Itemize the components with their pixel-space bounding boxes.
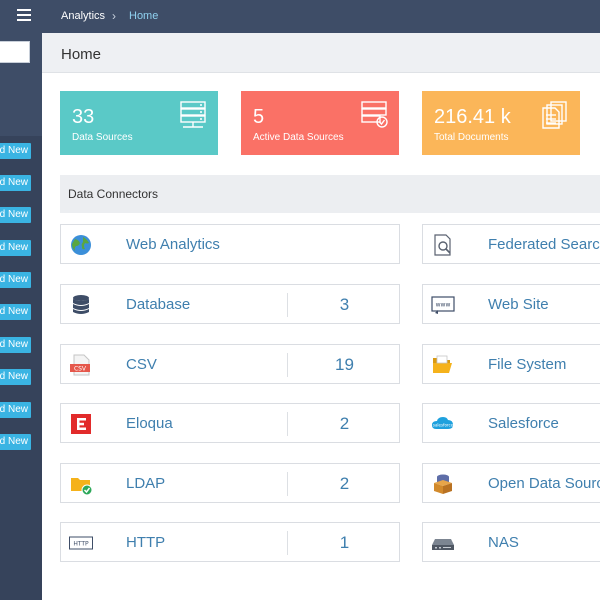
stat-card-data-sources[interactable]: 33 Data Sources [60, 91, 218, 155]
sidebar-add-new-button[interactable]: Add New [0, 175, 31, 191]
connector-http[interactable]: HTTP HTTP 1 [60, 522, 400, 562]
section-title: Data Connectors [68, 187, 159, 201]
svg-text:HTTP: HTTP [73, 541, 89, 548]
database-icon [73, 295, 89, 314]
connector-eloqua[interactable]: Eloqua 2 [60, 403, 400, 443]
folder-open-icon [433, 355, 452, 373]
document-search-icon [434, 234, 451, 256]
server-network-icon [180, 101, 206, 128]
connector-ldap[interactable]: LDAP 2 [60, 463, 400, 503]
svg-text:www: www [436, 302, 451, 309]
connector-count: 2 [339, 414, 350, 433]
breadcrumb-home[interactable]: Home [129, 10, 158, 22]
stat-label: Data Sources [72, 132, 133, 143]
page-header: Home [42, 33, 600, 73]
http-icon: HTTP [69, 536, 93, 550]
page-title: Home [61, 46, 102, 63]
connector-count: 19 [335, 355, 354, 374]
connector-name: Web Analytics [126, 236, 220, 253]
documents-icon [542, 101, 567, 129]
connector-name: NAS [488, 534, 519, 551]
eloqua-icon [71, 414, 91, 434]
connector-name: Salesforce [488, 415, 559, 432]
connector-database[interactable]: Database 3 [60, 284, 400, 324]
nas-drive-icon [432, 539, 454, 550]
breadcrumb-separator-icon: › [112, 9, 116, 23]
connector-name: Eloqua [126, 415, 173, 432]
stat-label: Active Data Sources [253, 132, 344, 143]
connector-salesforce[interactable]: salesforce Salesforce [422, 403, 600, 443]
www-icon: www [431, 296, 455, 314]
stat-value: 216.41 k [434, 106, 511, 128]
sidebar-search-input[interactable] [0, 41, 30, 63]
sidebar-add-new-button[interactable]: Add New [0, 304, 31, 320]
connector-name: CSV [126, 356, 157, 373]
sidebar-add-new-button[interactable]: Add New [0, 143, 31, 159]
connector-open-data-source[interactable]: Open Data Source [422, 463, 600, 503]
data-connectors-header: Data Connectors [60, 175, 600, 213]
connector-count: 3 [339, 295, 350, 314]
sidebar-add-new-button[interactable]: Add New [0, 402, 31, 418]
connector-name: Database [126, 296, 191, 313]
folder-check-icon [71, 478, 93, 496]
connector-file-system[interactable]: File System [422, 344, 600, 384]
salesforce-cloud-icon: salesforce [432, 417, 454, 429]
sidebar-add-new-button[interactable]: Add New [0, 207, 31, 223]
connector-name: Federated Search [488, 236, 600, 253]
hamburger-menu-icon[interactable] [17, 9, 31, 21]
csv-file-icon: CSV [70, 354, 90, 376]
connector-count: 1 [339, 533, 350, 552]
sidebar-add-new-button[interactable]: Add New [0, 272, 31, 288]
svg-text:CSV: CSV [74, 366, 87, 373]
svg-text:salesforce: salesforce [433, 423, 454, 428]
connector-web-analytics[interactable]: Web Analytics [60, 224, 400, 264]
stat-value: 5 [253, 106, 265, 128]
connector-name: LDAP [126, 475, 166, 492]
stat-label: Total Documents [434, 132, 509, 143]
connector-web-site[interactable]: www Web Site [422, 284, 600, 324]
sidebar-add-new-button[interactable]: Add New [0, 337, 31, 353]
sidebar-rail [0, 136, 42, 600]
connector-name: File System [488, 356, 567, 373]
globe-icon [71, 235, 91, 255]
connector-name: Open Data Source [488, 475, 600, 492]
stat-card-total-documents[interactable]: 216.41 k Total Documents [422, 91, 580, 155]
sidebar-add-new-button[interactable]: Add New [0, 240, 31, 256]
breadcrumb-analytics[interactable]: Analytics [61, 10, 105, 22]
sidebar: Add New Add New Add New Add New Add New … [0, 0, 42, 600]
connector-csv[interactable]: CSV CSV 19 [60, 344, 400, 384]
stat-value: 33 [72, 106, 95, 128]
connector-name: HTTP [126, 534, 166, 551]
connector-federated-search[interactable]: Federated Search [422, 224, 600, 264]
connector-name: Web Site [488, 296, 549, 313]
sidebar-add-new-button[interactable]: Add New [0, 369, 31, 385]
sidebar-add-new-button[interactable]: Add New [0, 434, 31, 450]
connector-count: 2 [339, 474, 350, 493]
open-box-icon [434, 474, 452, 494]
server-check-icon [361, 101, 388, 128]
stat-card-active-data-sources[interactable]: 5 Active Data Sources [241, 91, 399, 155]
top-bar: Analytics › Home [42, 0, 600, 33]
connector-nas[interactable]: NAS [422, 522, 600, 562]
